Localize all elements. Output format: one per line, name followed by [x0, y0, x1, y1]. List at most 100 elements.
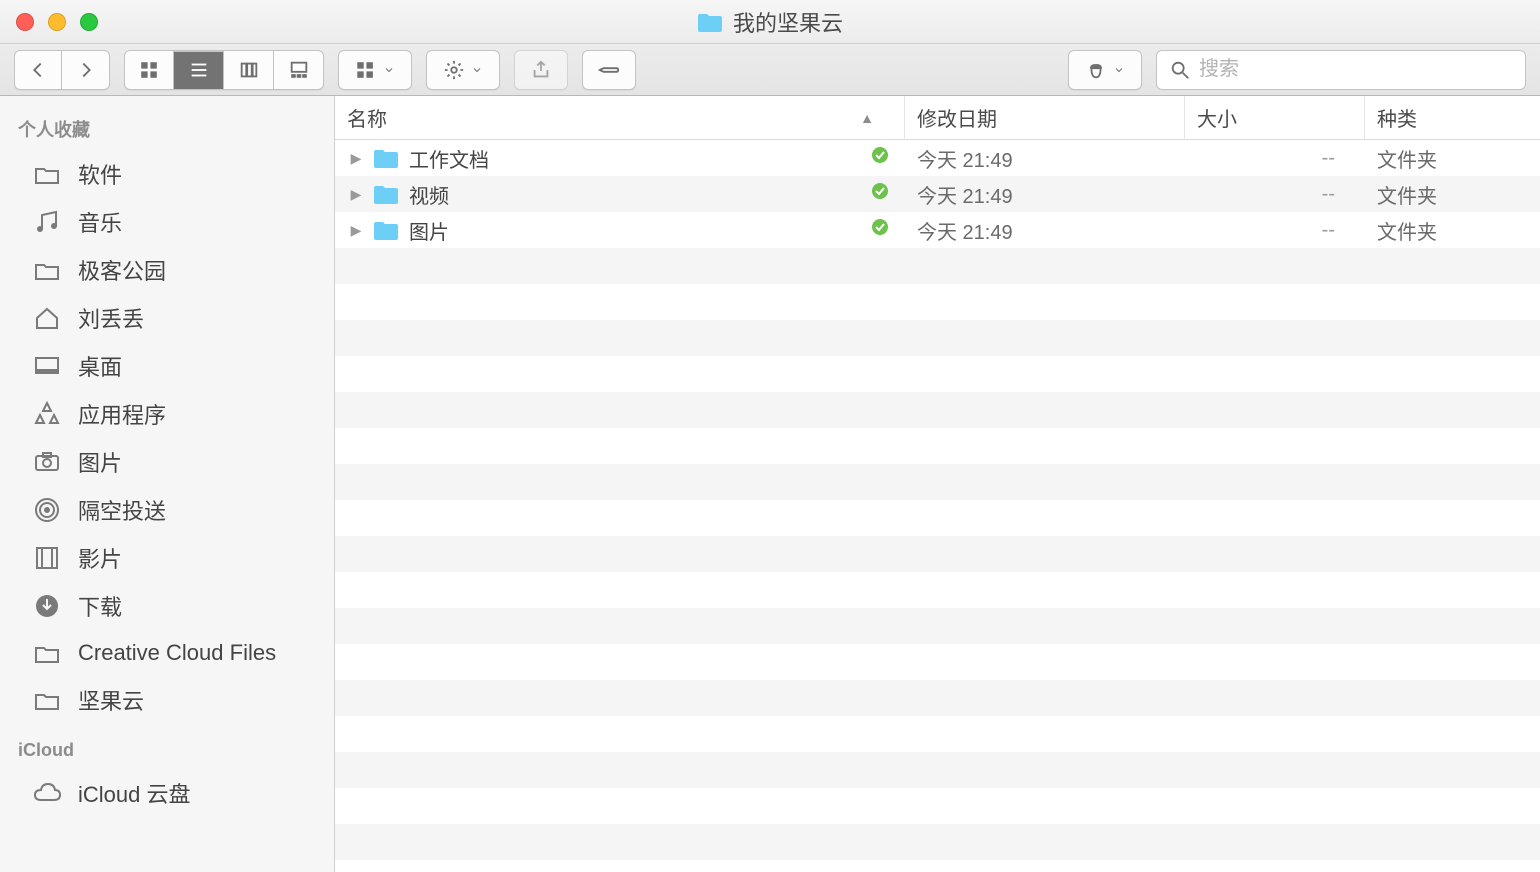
folder-icon [373, 183, 399, 205]
gear-icon [443, 59, 465, 81]
sidebar-item-label: 音乐 [78, 206, 122, 238]
sidebar-item-desktop[interactable]: 桌面 [0, 342, 334, 390]
sidebar-item-geekpark[interactable]: 极客公园 [0, 246, 334, 294]
airdrop-icon [32, 495, 62, 525]
icon-view-button[interactable] [124, 50, 174, 90]
sidebar-item-label: 应用程序 [78, 398, 166, 430]
sort-ascending-icon: ▲ [860, 110, 874, 126]
column-header-label: 种类 [1377, 103, 1417, 132]
file-row[interactable]: ▶ 工作文档 今天 21:49 -- 文件夹 [335, 140, 1540, 176]
column-header-kind[interactable]: 种类 [1365, 96, 1540, 139]
search-icon [1169, 59, 1191, 81]
sync-ok-icon [871, 218, 889, 242]
arrange-button[interactable] [338, 50, 412, 90]
window-title: 我的坚果云 [697, 6, 843, 38]
sidebar-item-nutcloud[interactable]: 坚果云 [0, 676, 334, 724]
home-icon [32, 303, 62, 333]
gallery-icon [288, 59, 310, 81]
column-header-date[interactable]: 修改日期 [905, 96, 1185, 139]
camera-icon [32, 447, 62, 477]
sidebar-item-pictures[interactable]: 图片 [0, 438, 334, 486]
disclosure-triangle-icon[interactable]: ▶ [349, 222, 363, 239]
body: 个人收藏 软件 音乐 极客公园 刘丢丢 桌面 应用程序 图片 [0, 96, 1540, 872]
search-field[interactable] [1156, 50, 1526, 90]
sidebar-item-software[interactable]: 软件 [0, 150, 334, 198]
column-header-label: 修改日期 [917, 103, 997, 132]
sidebar-item-movies[interactable]: 影片 [0, 534, 334, 582]
forward-button[interactable] [62, 50, 110, 90]
tags-button[interactable] [582, 50, 636, 90]
columns-icon [238, 59, 260, 81]
sidebar-item-label: 隔空投送 [78, 494, 166, 526]
download-icon [32, 591, 62, 621]
titlebar: 我的坚果云 [0, 0, 1540, 44]
file-name: 工作文档 [409, 144, 489, 173]
view-mode-segment [124, 50, 324, 90]
minimize-window-button[interactable] [48, 13, 66, 31]
column-headers: 名称 ▲ 修改日期 大小 种类 [335, 96, 1540, 140]
window-controls [16, 13, 98, 31]
gallery-view-button[interactable] [274, 50, 324, 90]
nav-buttons [14, 50, 110, 90]
column-view-button[interactable] [224, 50, 274, 90]
sidebar-item-creative-cloud[interactable]: Creative Cloud Files [0, 630, 334, 676]
sidebar-item-music[interactable]: 音乐 [0, 198, 334, 246]
sidebar-item-downloads[interactable]: 下载 [0, 582, 334, 630]
back-button[interactable] [14, 50, 62, 90]
file-kind: 文件夹 [1365, 216, 1540, 245]
close-window-button[interactable] [16, 13, 34, 31]
sidebar-item-label: iCloud 云盘 [78, 777, 190, 809]
folder-icon [697, 11, 723, 33]
file-size: -- [1185, 147, 1365, 170]
sync-ok-icon [871, 182, 889, 206]
sidebar-item-label: 影片 [78, 542, 122, 574]
movies-icon [32, 543, 62, 573]
column-header-label: 大小 [1197, 103, 1237, 132]
file-row[interactable]: ▶ 视频 今天 21:49 -- 文件夹 [335, 176, 1540, 212]
disclosure-triangle-icon[interactable]: ▶ [349, 186, 363, 203]
folder-icon [373, 219, 399, 241]
file-name: 视频 [409, 180, 449, 209]
file-listing: 名称 ▲ 修改日期 大小 种类 ▶ 工作文档 [335, 96, 1540, 872]
acorn-icon [1085, 59, 1107, 81]
share-icon [530, 59, 552, 81]
column-header-size[interactable]: 大小 [1185, 96, 1365, 139]
folder-icon [373, 147, 399, 169]
arrange-icon [355, 59, 377, 81]
column-header-name[interactable]: 名称 ▲ [335, 96, 905, 139]
chevron-down-icon [383, 59, 395, 81]
sidebar-item-label: 极客公园 [78, 254, 166, 286]
sidebar-item-applications[interactable]: 应用程序 [0, 390, 334, 438]
disclosure-triangle-icon[interactable]: ▶ [349, 150, 363, 167]
sidebar-item-icloud-drive[interactable]: iCloud 云盘 [0, 769, 334, 817]
sidebar-section-header: 个人收藏 [0, 110, 334, 150]
file-row[interactable]: ▶ 图片 今天 21:49 -- 文件夹 [335, 212, 1540, 248]
sidebar-item-label: Creative Cloud Files [78, 640, 276, 666]
app-menu-button[interactable] [1068, 50, 1142, 90]
action-button[interactable] [426, 50, 500, 90]
search-input[interactable] [1199, 58, 1513, 81]
chevron-down-icon [471, 59, 483, 81]
sync-ok-icon [871, 146, 889, 170]
folder-icon [32, 685, 62, 715]
zoom-window-button[interactable] [80, 13, 98, 31]
apps-icon [32, 399, 62, 429]
sidebar-item-home[interactable]: 刘丢丢 [0, 294, 334, 342]
folder-icon [32, 638, 62, 668]
grid-icon [138, 59, 160, 81]
file-name: 图片 [409, 216, 449, 245]
tag-icon [598, 59, 620, 81]
file-rows: ▶ 工作文档 今天 21:49 -- 文件夹 ▶ 视频 [335, 140, 1540, 872]
sidebar-item-airdrop[interactable]: 隔空投送 [0, 486, 334, 534]
cloud-icon [32, 778, 62, 808]
sidebar-item-label: 桌面 [78, 350, 122, 382]
file-kind: 文件夹 [1365, 144, 1540, 173]
music-icon [32, 207, 62, 237]
folder-icon [32, 255, 62, 285]
share-button[interactable] [514, 50, 568, 90]
file-size: -- [1185, 183, 1365, 206]
list-view-button[interactable] [174, 50, 224, 90]
sidebar: 个人收藏 软件 音乐 极客公园 刘丢丢 桌面 应用程序 图片 [0, 96, 335, 872]
sidebar-item-label: 下载 [78, 590, 122, 622]
file-kind: 文件夹 [1365, 180, 1540, 209]
